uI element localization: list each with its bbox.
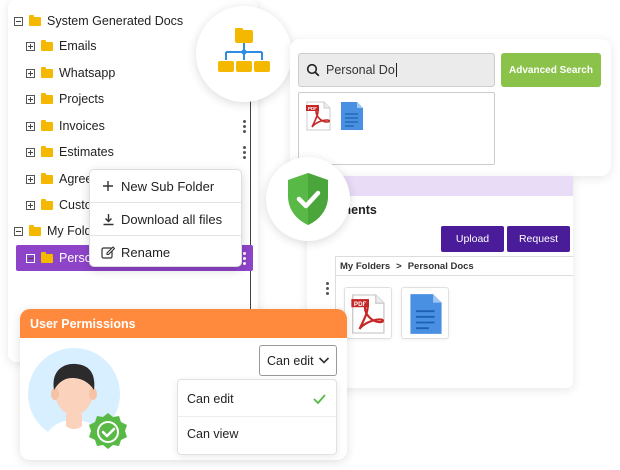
folder-icon <box>41 145 53 157</box>
text-cursor <box>395 63 397 77</box>
breadcrumb-separator: > <box>396 260 402 272</box>
tree-item-label: Agree <box>59 172 93 186</box>
tree-item-agreements[interactable]: Agree <box>26 167 92 191</box>
tree-item-label: Emails <box>59 39 97 53</box>
folder-icon <box>41 172 53 184</box>
permission-select-value: Can edit <box>267 353 314 368</box>
tree-item-projects[interactable]: Projects <box>26 87 104 111</box>
folder-icon <box>41 198 53 210</box>
expand-icon[interactable] <box>26 200 35 210</box>
expand-icon[interactable] <box>26 174 35 184</box>
folder-icon <box>29 14 41 26</box>
tree-item-estimates[interactable]: Estimates <box>26 140 114 164</box>
kebab-menu-icon[interactable] <box>243 252 246 265</box>
collapse-icon[interactable] <box>14 16 23 26</box>
permission-options-dropdown: Can edit Can view <box>177 379 337 455</box>
collapse-icon[interactable] <box>26 253 35 263</box>
document-file-icon[interactable] <box>340 101 364 131</box>
request-button[interactable]: Request <box>507 226 570 252</box>
tree-item-invoices[interactable]: Invoices <box>26 114 105 138</box>
expand-icon[interactable] <box>26 147 35 157</box>
advanced-search-button[interactable]: Advanced Search <box>501 53 601 87</box>
expand-icon[interactable] <box>26 68 35 78</box>
folder-hierarchy-icon <box>218 28 270 72</box>
tree-root-label: System Generated Docs <box>47 14 184 28</box>
tree-item-emails[interactable]: Emails <box>26 34 97 58</box>
tree-item-personal[interactable]: Person <box>26 246 99 270</box>
tree-item-label: Custo <box>59 198 92 212</box>
expand-icon[interactable] <box>26 121 35 131</box>
rename-menu-item[interactable]: Rename <box>90 236 241 268</box>
tree-root-system-generated-docs[interactable]: System Generated Docs <box>14 9 183 33</box>
folder-icon <box>41 66 53 78</box>
pdf-file-icon[interactable]: PDF <box>305 101 333 131</box>
permission-option-can-view[interactable]: Can view <box>178 417 336 451</box>
rename-icon <box>101 245 115 259</box>
folder-icon <box>41 92 53 104</box>
breadcrumb-current: Personal Docs <box>407 260 474 272</box>
chevron-down-icon <box>318 356 330 365</box>
folder-icon <box>29 224 41 236</box>
folder-context-menu: New Sub Folder Download all files Rename <box>89 169 242 267</box>
tree-root-my-folders[interactable]: My Folde <box>14 219 98 243</box>
user-permissions-title: User Permissions <box>20 309 347 338</box>
security-badge <box>266 157 350 241</box>
pdf-file-icon: PDF <box>351 294 385 334</box>
folder-open-icon <box>41 251 53 263</box>
collapse-icon[interactable] <box>14 226 23 236</box>
check-icon <box>313 394 326 404</box>
document-file-card[interactable] <box>401 287 449 339</box>
tree-item-customers[interactable]: Custo <box>26 193 92 217</box>
menu-item-label: Download all files <box>121 211 223 227</box>
option-label: Can edit <box>187 392 234 406</box>
folder-icon <box>41 39 53 51</box>
option-label: Can view <box>187 427 239 441</box>
folder-icon <box>41 119 53 131</box>
tree-item-label: Whatsapp <box>59 66 116 80</box>
search-input[interactable]: Personal Do <box>298 53 495 87</box>
permission-select[interactable]: Can edit <box>259 345 337 376</box>
breadcrumb: My Folders > Personal Docs <box>336 256 573 276</box>
menu-item-label: Rename <box>121 244 171 260</box>
menu-item-label: New Sub Folder <box>121 178 215 194</box>
shield-check-icon <box>288 173 328 225</box>
kebab-menu-icon[interactable] <box>243 120 246 133</box>
expand-icon[interactable] <box>26 94 35 104</box>
permission-option-can-edit[interactable]: Can edit <box>178 382 336 416</box>
new-sub-folder-menu-item[interactable]: New Sub Folder <box>90 170 241 202</box>
folder-hierarchy-badge <box>196 6 292 102</box>
expand-icon[interactable] <box>26 41 35 51</box>
document-file-icon <box>410 294 442 334</box>
breadcrumb-root[interactable]: My Folders <box>340 261 390 272</box>
upload-button[interactable]: Upload <box>441 226 504 252</box>
plus-icon <box>101 179 115 193</box>
pdf-file-card[interactable]: PDF <box>344 287 392 339</box>
verified-badge-icon <box>89 413 127 449</box>
tree-item-label: Estimates <box>59 145 114 159</box>
tree-item-label: Projects <box>59 92 105 106</box>
download-icon <box>101 212 115 226</box>
search-icon <box>306 63 320 77</box>
tree-item-label: Invoices <box>59 119 105 133</box>
search-input-value: Personal Do <box>326 63 395 77</box>
tree-item-whatsapp[interactable]: Whatsapp <box>26 61 115 85</box>
kebab-menu-icon[interactable] <box>243 146 246 159</box>
download-all-files-menu-item[interactable]: Download all files <box>90 203 241 235</box>
kebab-menu-icon[interactable] <box>326 282 329 295</box>
